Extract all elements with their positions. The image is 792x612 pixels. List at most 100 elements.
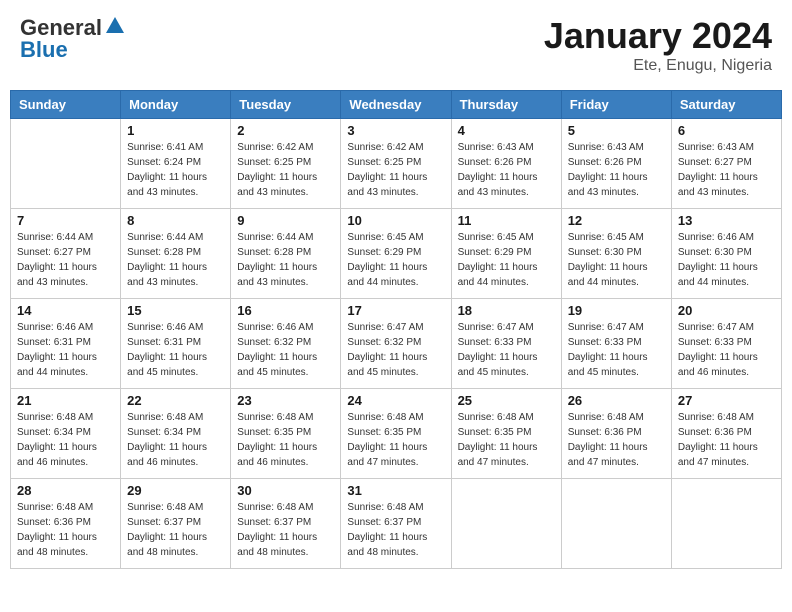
calendar-cell: 19 Sunrise: 6:47 AMSunset: 6:33 PMDayligh… — [561, 299, 671, 389]
calendar-cell: 27 Sunrise: 6:48 AMSunset: 6:36 PMDayligh… — [671, 389, 781, 479]
day-info: Sunrise: 6:48 AMSunset: 6:35 PMDaylight:… — [237, 410, 334, 470]
calendar-cell: 14 Sunrise: 6:46 AMSunset: 6:31 PMDayligh… — [11, 299, 121, 389]
day-number: 22 — [127, 393, 224, 408]
day-info: Sunrise: 6:47 AMSunset: 6:33 PMDaylight:… — [678, 320, 775, 380]
day-number: 25 — [458, 393, 555, 408]
calendar-cell: 26Sunrise: 6:48 AMSunset: 6:36 PMDayligh… — [561, 389, 671, 479]
day-info: Sunrise: 6:45 AMSunset: 6:29 PMDaylight:… — [458, 230, 555, 290]
day-info: Sunrise: 6:46 AMSunset: 6:32 PMDaylight:… — [237, 320, 334, 380]
day-info: Sunrise: 6:42 AMSunset: 6:25 PMDaylight:… — [237, 140, 334, 200]
calendar-week-5: 28Sunrise: 6:48 AMSunset: 6:36 PMDayligh… — [11, 479, 782, 569]
calendar-cell: 24 Sunrise: 6:48 AMSunset: 6:35 PMDayligh… — [341, 389, 451, 479]
calendar-cell: 1Sunrise: 6:41 AMSunset: 6:24 PMDaylight… — [121, 119, 231, 209]
calendar-cell: 31 Sunrise: 6:48 AMSunset: 6:37 PMDayligh… — [341, 479, 451, 569]
day-number: 27 — [678, 393, 775, 408]
calendar-week-4: 21 Sunrise: 6:48 AMSunset: 6:34 PMDayligh… — [11, 389, 782, 479]
day-number: 7 — [17, 213, 114, 228]
calendar-cell: 30 Sunrise: 6:48 AMSunset: 6:37 PMDayligh… — [231, 479, 341, 569]
day-number: 10 — [347, 213, 444, 228]
day-info: Sunrise: 6:43 AMSunset: 6:27 PMDaylight:… — [678, 140, 775, 200]
calendar-cell: 29 Sunrise: 6:48 AMSunset: 6:37 PMDayligh… — [121, 479, 231, 569]
day-info: Sunrise: 6:48 AMSunset: 6:35 PMDaylight:… — [347, 410, 444, 470]
day-number: 20 — [678, 303, 775, 318]
calendar-cell: 11 Sunrise: 6:45 AMSunset: 6:29 PMDayligh… — [451, 209, 561, 299]
day-info: Sunrise: 6:44 AMSunset: 6:28 PMDaylight:… — [127, 230, 224, 290]
day-number: 1 — [127, 123, 224, 138]
day-number: 5 — [568, 123, 665, 138]
day-info: Sunrise: 6:46 AMSunset: 6:31 PMDaylight:… — [17, 320, 114, 380]
day-info: Sunrise: 6:45 AMSunset: 6:30 PMDaylight:… — [568, 230, 665, 290]
header-thursday: Thursday — [451, 91, 561, 119]
day-number: 13 — [678, 213, 775, 228]
calendar-week-3: 14 Sunrise: 6:46 AMSunset: 6:31 PMDayligh… — [11, 299, 782, 389]
day-number: 2 — [237, 123, 334, 138]
calendar-cell: 23 Sunrise: 6:48 AMSunset: 6:35 PMDayligh… — [231, 389, 341, 479]
day-number: 24 — [347, 393, 444, 408]
calendar-cell: 16 Sunrise: 6:46 AMSunset: 6:32 PMDayligh… — [231, 299, 341, 389]
day-info: Sunrise: 6:45 AMSunset: 6:29 PMDaylight:… — [347, 230, 444, 290]
day-number: 23 — [237, 393, 334, 408]
page-header: General Blue January 2024 Ete, Enugu, Ni… — [10, 10, 782, 80]
calendar-cell — [11, 119, 121, 209]
calendar-cell: 15 Sunrise: 6:46 AMSunset: 6:31 PMDayligh… — [121, 299, 231, 389]
calendar-cell: 9Sunrise: 6:44 AMSunset: 6:28 PMDaylight… — [231, 209, 341, 299]
calendar-cell: 18Sunrise: 6:47 AMSunset: 6:33 PMDayligh… — [451, 299, 561, 389]
day-info: Sunrise: 6:47 AMSunset: 6:33 PMDaylight:… — [458, 320, 555, 380]
calendar-cell: 28Sunrise: 6:48 AMSunset: 6:36 PMDayligh… — [11, 479, 121, 569]
calendar-cell: 17 Sunrise: 6:47 AMSunset: 6:32 PMDayligh… — [341, 299, 451, 389]
day-info: Sunrise: 6:42 AMSunset: 6:25 PMDaylight:… — [347, 140, 444, 200]
calendar-cell: 13 Sunrise: 6:46 AMSunset: 6:30 PMDayligh… — [671, 209, 781, 299]
day-info: Sunrise: 6:47 AMSunset: 6:32 PMDaylight:… — [347, 320, 444, 380]
day-number: 8 — [127, 213, 224, 228]
day-number: 15 — [127, 303, 224, 318]
header-tuesday: Tuesday — [231, 91, 341, 119]
calendar-cell: 22 Sunrise: 6:48 AMSunset: 6:34 PMDayligh… — [121, 389, 231, 479]
day-number: 31 — [347, 483, 444, 498]
day-number: 16 — [237, 303, 334, 318]
calendar-cell: 4 Sunrise: 6:43 AMSunset: 6:26 PMDaylight… — [451, 119, 561, 209]
day-info: Sunrise: 6:48 AMSunset: 6:37 PMDaylight:… — [347, 500, 444, 560]
day-number: 30 — [237, 483, 334, 498]
calendar-cell: 25 Sunrise: 6:48 AMSunset: 6:35 PMDayligh… — [451, 389, 561, 479]
day-info: Sunrise: 6:48 AMSunset: 6:34 PMDaylight:… — [127, 410, 224, 470]
day-info: Sunrise: 6:46 AMSunset: 6:31 PMDaylight:… — [127, 320, 224, 380]
day-number: 26 — [568, 393, 665, 408]
day-number: 11 — [458, 213, 555, 228]
day-number: 21 — [17, 393, 114, 408]
day-info: Sunrise: 6:48 AMSunset: 6:35 PMDaylight:… — [458, 410, 555, 470]
day-number: 4 — [458, 123, 555, 138]
calendar-cell: 6Sunrise: 6:43 AMSunset: 6:27 PMDaylight… — [671, 119, 781, 209]
header-friday: Friday — [561, 91, 671, 119]
day-info: Sunrise: 6:48 AMSunset: 6:36 PMDaylight:… — [17, 500, 114, 560]
calendar-header-row: SundayMondayTuesdayWednesdayThursdayFrid… — [11, 91, 782, 119]
day-info: Sunrise: 6:48 AMSunset: 6:37 PMDaylight:… — [237, 500, 334, 560]
day-info: Sunrise: 6:48 AMSunset: 6:36 PMDaylight:… — [678, 410, 775, 470]
logo: General Blue — [20, 15, 126, 63]
calendar-cell: 7 Sunrise: 6:44 AMSunset: 6:27 PMDaylight… — [11, 209, 121, 299]
calendar-week-1: 1Sunrise: 6:41 AMSunset: 6:24 PMDaylight… — [11, 119, 782, 209]
day-info: Sunrise: 6:44 AMSunset: 6:27 PMDaylight:… — [17, 230, 114, 290]
day-info: Sunrise: 6:46 AMSunset: 6:30 PMDaylight:… — [678, 230, 775, 290]
day-number: 29 — [127, 483, 224, 498]
calendar-table: SundayMondayTuesdayWednesdayThursdayFrid… — [10, 90, 782, 569]
month-title: January 2024 — [544, 15, 772, 57]
day-info: Sunrise: 6:48 AMSunset: 6:37 PMDaylight:… — [127, 500, 224, 560]
location: Ete, Enugu, Nigeria — [544, 57, 772, 75]
calendar-cell: 20 Sunrise: 6:47 AMSunset: 6:33 PMDayligh… — [671, 299, 781, 389]
day-info: Sunrise: 6:43 AMSunset: 6:26 PMDaylight:… — [458, 140, 555, 200]
calendar-cell: 8 Sunrise: 6:44 AMSunset: 6:28 PMDaylight… — [121, 209, 231, 299]
day-number: 19 — [568, 303, 665, 318]
day-info: Sunrise: 6:47 AMSunset: 6:33 PMDaylight:… — [568, 320, 665, 380]
calendar-week-2: 7 Sunrise: 6:44 AMSunset: 6:27 PMDaylight… — [11, 209, 782, 299]
day-number: 17 — [347, 303, 444, 318]
calendar-cell — [561, 479, 671, 569]
calendar-cell: 12Sunrise: 6:45 AMSunset: 6:30 PMDayligh… — [561, 209, 671, 299]
day-info: Sunrise: 6:48 AMSunset: 6:34 PMDaylight:… — [17, 410, 114, 470]
calendar-cell: 3Sunrise: 6:42 AMSunset: 6:25 PMDaylight… — [341, 119, 451, 209]
day-number: 14 — [17, 303, 114, 318]
header-saturday: Saturday — [671, 91, 781, 119]
header-wednesday: Wednesday — [341, 91, 451, 119]
header-monday: Monday — [121, 91, 231, 119]
calendar-cell: 21 Sunrise: 6:48 AMSunset: 6:34 PMDayligh… — [11, 389, 121, 479]
header-sunday: Sunday — [11, 91, 121, 119]
